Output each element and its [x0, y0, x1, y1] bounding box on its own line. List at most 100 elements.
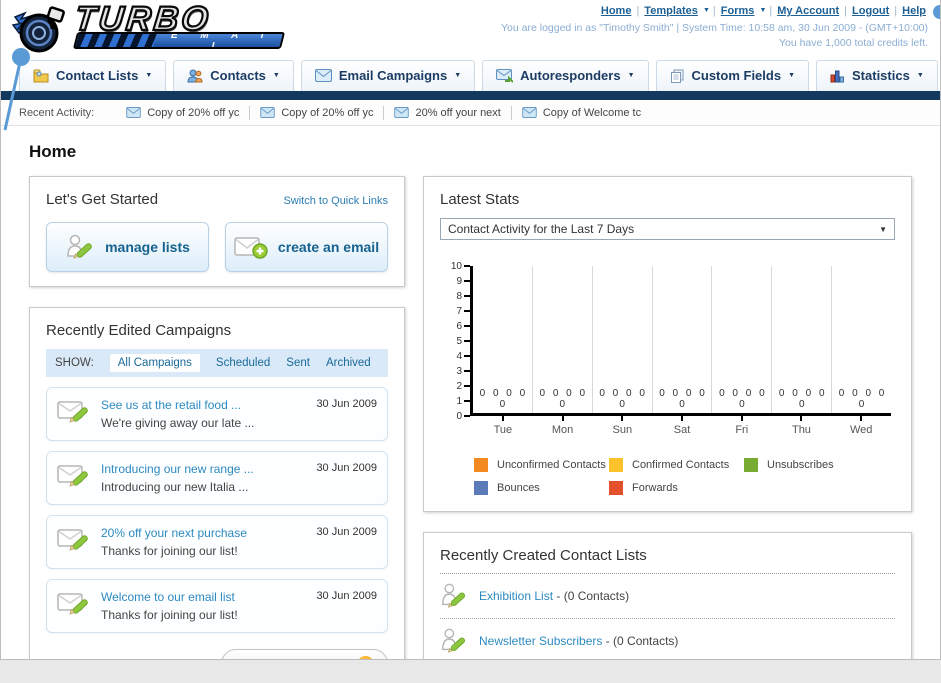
recent-activity-item[interactable]: Copy of 20% off yc	[250, 107, 383, 119]
nav-tab-email-campaigns[interactable]: Email Campaigns ▼	[300, 60, 476, 91]
legend-swatch	[609, 481, 623, 495]
campaign-title-link[interactable]: Introducing our new range ...	[101, 460, 306, 478]
contact-list-row[interactable]: Exhibition List - (0 Contacts)	[440, 574, 895, 619]
campaign-title-link[interactable]: 20% off your next purchase	[101, 524, 306, 542]
turbo-email-logo[interactable]: TURBO E M A I L	[9, 0, 286, 59]
chart-zero-values: 0 0 0 0 0	[539, 388, 586, 410]
filter-all-campaigns[interactable]: All Campaigns	[109, 354, 200, 372]
main-navigation: Contact Lists ▼ Contacts ▼ Email Campaig…	[1, 60, 940, 91]
y-tick-mark	[464, 325, 470, 327]
x-axis-category: Tue	[473, 416, 533, 436]
nav-tab-custom-fields[interactable]: Custom Fields ▼	[655, 60, 810, 91]
header-link-forms[interactable]: Forms	[721, 5, 755, 17]
envelope-icon	[260, 107, 276, 118]
y-tick-mark	[464, 280, 470, 282]
campaign-title-link[interactable]: Welcome to our email list	[101, 588, 306, 606]
filter-sent[interactable]: Sent	[286, 357, 310, 369]
chevron-down-icon: ▼	[272, 72, 280, 79]
chevron-down-icon: ▼	[627, 72, 635, 79]
filter-scheduled[interactable]: Scheduled	[216, 357, 270, 369]
y-tick-mark	[464, 385, 470, 387]
chart-zero-values: 0 0 0 0 0	[599, 388, 645, 410]
x-axis-category: Sun	[592, 416, 652, 436]
legend-label: Bounces	[497, 482, 540, 494]
chart-day-group: 0 0 0 0 0	[711, 266, 771, 413]
create-an-email-button[interactable]: create an email	[225, 222, 388, 272]
contact-list-link[interactable]: Exhibition List	[479, 589, 553, 603]
show-label: SHOW:	[55, 357, 94, 369]
nav-tab-statistics[interactable]: Statistics ▼	[816, 60, 938, 91]
header-link-logout[interactable]: Logout	[852, 5, 889, 17]
recent-activity-text: Copy of Welcome tc	[542, 106, 642, 119]
bar-chart-icon	[830, 70, 845, 82]
campaign-title-link[interactable]: See us at the retail food ...	[101, 396, 306, 414]
navy-divider-bar	[1, 91, 940, 100]
y-tick-label: 1	[456, 396, 462, 407]
nav-tab-autoresponders[interactable]: Autoresponders ▼	[482, 60, 649, 91]
recent-activity-item[interactable]: Copy of Welcome tc	[512, 107, 651, 119]
header-link-templates[interactable]: Templates	[644, 5, 698, 17]
nav-tab-contacts[interactable]: Contacts ▼	[173, 60, 294, 91]
x-tick-mark	[740, 416, 743, 421]
legend-label: Forwards	[632, 482, 678, 494]
legend-label: Confirmed Contacts	[632, 459, 730, 471]
latest-stats-panel: Latest Stats Contact Activity for the La…	[423, 176, 912, 512]
header-link-home[interactable]: Home	[601, 5, 632, 17]
x-tick-label: Sat	[673, 424, 691, 436]
chevron-down-icon: ▼	[788, 72, 796, 79]
envelope-icon	[522, 107, 537, 118]
nav-tab-label: Custom Fields	[691, 68, 782, 83]
nav-tab-contact-lists[interactable]: Contact Lists ▼	[19, 60, 167, 91]
copy-pages-icon	[670, 69, 683, 83]
campaign-row[interactable]: 20% off your next purchase Thanks for jo…	[46, 515, 388, 569]
contact-list-link[interactable]: Newsletter Subscribers	[479, 634, 602, 648]
contact-list-row[interactable]: Newsletter Subscribers - (0 Contacts)	[440, 619, 895, 659]
chevron-down-icon: ▼	[759, 7, 767, 14]
person-pencil-icon	[67, 234, 92, 259]
separator: |	[636, 5, 640, 17]
campaign-subtitle: Introducing our new Italia ...	[101, 480, 249, 494]
recent-activity-item[interactable]: 20% off your next	[384, 107, 510, 119]
chart-zero-values: 0 0 0 0 0	[659, 388, 705, 410]
chevron-down-icon: ▼	[145, 72, 153, 79]
logo-title: TURBO	[72, 0, 214, 39]
header-link-my-account[interactable]: My Account	[777, 5, 839, 17]
view-all-campaigns-button[interactable]: View All Campaigns ➔	[220, 649, 388, 660]
recent-activity-item[interactable]: Copy of 20% off yc	[116, 107, 249, 119]
contact-lists-title: Recently Created Contact Lists	[440, 547, 647, 564]
x-tick-label: Thu	[791, 424, 811, 436]
campaign-subtitle: We're giving away our late ...	[101, 416, 255, 430]
campaign-date: 30 Jun 2009	[316, 526, 377, 538]
manage-lists-button[interactable]: manage lists	[46, 222, 209, 272]
filter-archived[interactable]: Archived	[326, 357, 371, 369]
envelope-pencil-icon	[57, 465, 88, 487]
y-tick-label: 10	[450, 261, 462, 272]
nav-tab-label: Autoresponders	[520, 68, 621, 83]
legend-swatch	[609, 458, 623, 472]
campaign-subtitle: Thanks for joining our list!	[101, 608, 238, 622]
campaign-row[interactable]: Introducing our new range ... Introducin…	[46, 451, 388, 505]
x-axis-category: Fri	[712, 416, 772, 436]
envelope-pencil-icon	[57, 529, 88, 551]
header-link-help[interactable]: Help	[902, 5, 926, 17]
campaign-row[interactable]: See us at the retail food ... We're givi…	[46, 387, 388, 441]
envelope-pencil-icon	[57, 593, 88, 615]
y-tick-mark	[464, 340, 470, 342]
contact-activity-chart: 0 1 2 3 4 5 6 7 8 9 10 0 0 0 0 00 0 0 0 00 0 0 0 0…	[444, 261, 891, 495]
right-column: Latest Stats Contact Activity for the La…	[423, 176, 912, 659]
x-tick-label: Fri	[735, 424, 749, 436]
latest-stats-title: Latest Stats	[440, 191, 520, 208]
nav-tab-label: Email Campaigns	[338, 68, 448, 83]
get-started-panel: Let's Get Started Switch to Quick Links …	[29, 176, 405, 287]
separator: |	[894, 5, 898, 17]
folder-user-icon	[33, 69, 49, 82]
y-tick-label: 0	[456, 411, 462, 422]
campaign-filter-bar: SHOW: All Campaigns Scheduled Sent Archi…	[46, 349, 388, 377]
main-content: Home Let's Get Started Switch to Quick L…	[1, 126, 940, 660]
view-all-campaigns-label: View All Campaigns	[235, 658, 348, 660]
switch-to-quick-links[interactable]: Switch to Quick Links	[283, 195, 388, 207]
campaign-row[interactable]: Welcome to our email list Thanks for joi…	[46, 579, 388, 633]
credits-text: You have 1,000 total credits left.	[778, 37, 928, 50]
chevron-down-icon: ▼	[702, 7, 710, 14]
stats-period-dropdown[interactable]: Contact Activity for the Last 7 Days ▼	[440, 218, 895, 240]
